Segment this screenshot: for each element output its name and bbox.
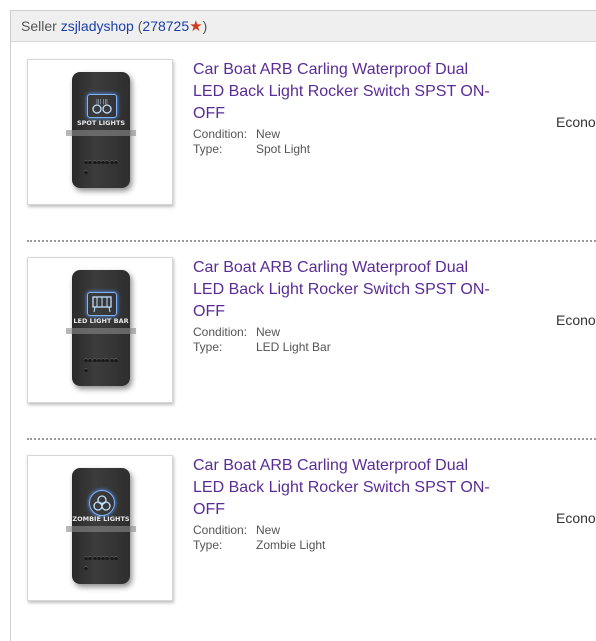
item-specs: Condition: New Type: LED Light Bar <box>193 325 331 355</box>
seller-header: Seller zsjladyshop (278725★) <box>11 11 596 42</box>
list-item: ZOMBIE LIGHTS Car Boat ARB Carling Water… <box>11 438 596 636</box>
type-label: Type: <box>193 142 223 156</box>
biohazard-icon <box>89 490 115 516</box>
condition-label: Condition: <box>193 325 248 339</box>
condition-label: Condition: <box>193 523 248 537</box>
shipping-method: Econo <box>556 510 596 526</box>
condition-value: New <box>256 523 281 537</box>
rocker-switch-image: ||| ||| SPOT LIGHTS <box>66 72 136 188</box>
list-item: ||| ||| SPOT LIGHTS Car Boat ARB Carling… <box>11 42 596 240</box>
item-title-link[interactable]: Car Boat ARB Carling Waterproof Dual LED… <box>193 455 503 521</box>
rocker-switch-image: ZOMBIE LIGHTS <box>66 468 136 584</box>
feedback-score-link[interactable]: 278725 <box>142 18 189 34</box>
condition-value: New <box>256 127 281 141</box>
type-label: Type: <box>193 538 223 552</box>
list-item: LED LIGHT BAR Car Boat ARB Carling Water… <box>11 240 596 438</box>
spot-lights-icon: ||| ||| <box>87 94 117 118</box>
item-title-link[interactable]: Car Boat ARB Carling Waterproof Dual LED… <box>193 257 503 323</box>
item-specs: Condition: New Type: Spot Light <box>193 127 310 157</box>
item-specs: Condition: New Type: Zombie Light <box>193 523 325 553</box>
svg-text:||| |||: ||| ||| <box>96 99 108 105</box>
product-thumbnail[interactable]: ZOMBIE LIGHTS <box>27 455 173 601</box>
type-value: Zombie Light <box>256 538 326 552</box>
type-label: Type: <box>193 340 223 354</box>
seller-prefix: Seller <box>21 18 57 34</box>
condition-label: Condition: <box>193 127 248 141</box>
condition-value: New <box>256 325 281 339</box>
seller-listing-panel: Seller zsjladyshop (278725★) ||| ||| SPO… <box>10 10 596 641</box>
product-thumbnail[interactable]: ||| ||| SPOT LIGHTS <box>27 59 173 205</box>
switch-label: SPOT LIGHTS <box>76 119 126 127</box>
product-thumbnail[interactable]: LED LIGHT BAR <box>27 257 173 403</box>
seller-name-link[interactable]: zsjladyshop <box>61 18 134 34</box>
type-value: LED Light Bar <box>256 340 331 354</box>
item-title-link[interactable]: Car Boat ARB Carling Waterproof Dual LED… <box>193 59 503 125</box>
shipping-method: Econo <box>556 312 596 328</box>
light-bar-icon <box>87 292 117 316</box>
rocker-switch-image: LED LIGHT BAR <box>66 270 136 386</box>
star-icon: ★ <box>189 18 203 35</box>
type-value: Spot Light <box>256 142 311 156</box>
switch-label: LED LIGHT BAR <box>73 317 129 325</box>
feedback-close-paren: ) <box>202 18 208 34</box>
switch-label: ZOMBIE LIGHTS <box>72 515 130 523</box>
shipping-method: Econo <box>556 114 596 130</box>
